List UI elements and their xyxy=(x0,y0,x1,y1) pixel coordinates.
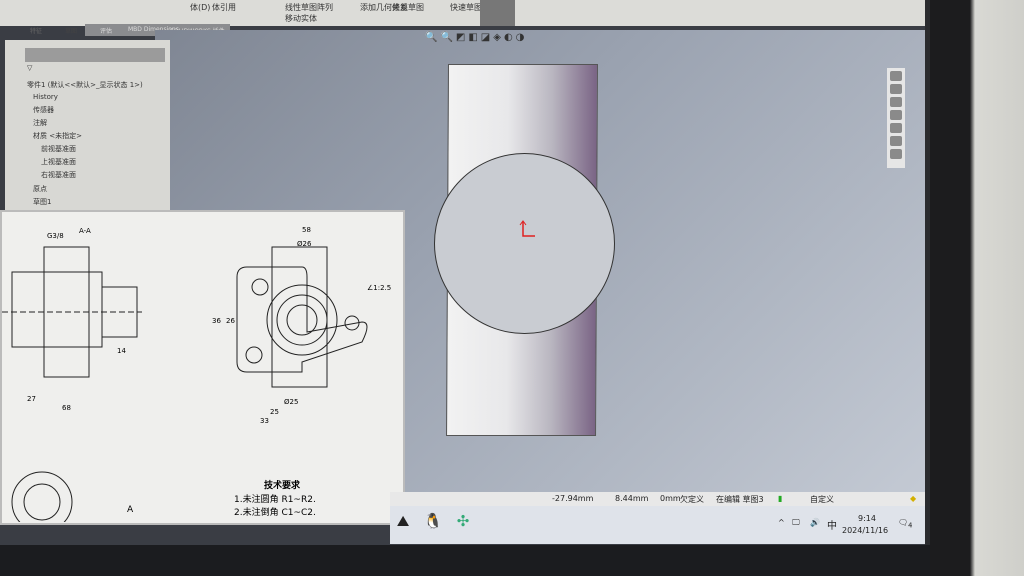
tag-icon[interactable]: ◆ xyxy=(910,494,916,503)
tray-chevron-icon[interactable]: ^ xyxy=(778,518,785,527)
dim-label: Ø25 xyxy=(284,398,299,406)
tree-item[interactable]: 材质 <未指定> xyxy=(33,131,82,141)
tab-features[interactable]: 特征 xyxy=(30,26,42,35)
qq-app-icon[interactable]: 🐧 xyxy=(420,508,446,534)
task-pane-tabs[interactable] xyxy=(887,68,905,168)
dim-label: ∠1:2.5 xyxy=(367,284,392,292)
tree-item[interactable]: 草图1 xyxy=(33,197,51,207)
tech-note: 2.未注倒角 C1~C2. xyxy=(234,508,316,518)
ribbon-item[interactable]: 体引用 xyxy=(212,2,236,13)
tree-item[interactable]: 注解 xyxy=(33,118,47,128)
status-bar: -27.94mm 8.44mm 0mm 欠定义 在编辑 草图3 ▮ 自定义 ◆ xyxy=(390,492,925,506)
ribbon-button[interactable] xyxy=(480,0,515,26)
dim-label: A xyxy=(127,505,134,515)
sketch-state: 欠定义 xyxy=(680,495,704,504)
dim-label: Ø26 xyxy=(297,240,312,248)
ribbon-item[interactable]: 体(D) xyxy=(190,2,210,13)
dim-label: G3/8 xyxy=(47,232,64,240)
ribbon-item[interactable]: 线性草图阵列 xyxy=(285,2,333,13)
ribbon-item[interactable]: 快速草图 xyxy=(450,2,482,13)
coord-z: 0mm xyxy=(660,494,681,503)
tab-sketch[interactable]: 草图 xyxy=(65,26,77,35)
tree-item[interactable]: 传感器 xyxy=(33,105,54,115)
volume-icon[interactable]: 🔊 xyxy=(810,518,820,527)
manager-tabs[interactable] xyxy=(25,48,165,62)
notification-icon[interactable]: 🗨4 xyxy=(898,518,912,530)
network-icon[interactable]: 🖵 xyxy=(792,518,800,528)
tech-requirements-title: 技术要求 xyxy=(264,481,301,491)
pinwheel-app-icon[interactable]: ✣ xyxy=(450,508,476,534)
tab-evaluate[interactable]: 评估 xyxy=(100,26,112,35)
rebuild-icon[interactable]: ▮ xyxy=(778,494,782,503)
dim-label: 25 xyxy=(270,408,279,416)
coord-y: 8.44mm xyxy=(615,494,649,503)
units-selector[interactable]: 自定义 xyxy=(810,494,834,505)
view-toolbar-icons[interactable]: 🔍🔍◩◧◪◈◐◑ xyxy=(425,32,527,43)
engineering-drawing xyxy=(2,246,368,522)
ribbon-toolbar: 体(D) 体引用 线性草图阵列 移动实体 添加几何关系 修复草图 快速草图 xyxy=(0,0,925,26)
tree-root[interactable]: 零件1 (默认<<默认>_显示状态 1>) xyxy=(27,80,143,90)
tree-item[interactable]: 右视基准面 xyxy=(41,170,76,180)
dim-label: 14 xyxy=(117,347,126,355)
reference-drawing-image: A-A G3/8 58 Ø26 Ø25 36 26 25 33 68 27 14… xyxy=(0,210,405,525)
coord-x: -27.94mm xyxy=(552,494,594,503)
tree-item[interactable]: 原点 xyxy=(33,184,47,194)
clock-date[interactable]: 2024/11/16 xyxy=(842,526,888,535)
tree-item[interactable]: 前视基准面 xyxy=(41,144,76,154)
dim-label: 36 xyxy=(212,317,221,325)
tree-item[interactable]: History xyxy=(33,93,58,101)
windows-taskbar: ⛰ 🐧 ✣ ^ 🖵 🔊 中 9:14 2024/11/16 🗨4 xyxy=(390,506,925,544)
origin-icon xyxy=(519,220,535,237)
filter-icon[interactable]: ▽ xyxy=(27,64,32,72)
dim-label: 68 xyxy=(62,404,71,412)
tech-note: 1.未注圆角 R1~R2. xyxy=(234,495,316,505)
monitor-screen: 体(D) 体引用 线性草图阵列 移动实体 添加几何关系 修复草图 快速草图 特征… xyxy=(0,0,925,545)
background-wall xyxy=(930,0,1024,576)
dim-label: 58 xyxy=(302,226,311,234)
monitor-bezel xyxy=(0,545,930,576)
notification-count: 4 xyxy=(908,521,913,530)
photos-app-icon[interactable]: ⛰ xyxy=(390,508,416,534)
dim-label: 27 xyxy=(27,395,36,403)
ribbon-item[interactable]: 修复草图 xyxy=(392,2,424,13)
sketch-circle[interactable] xyxy=(434,153,615,334)
dim-label: 26 xyxy=(226,317,235,325)
ime-indicator[interactable]: 中 xyxy=(827,517,837,532)
clock-time[interactable]: 9:14 xyxy=(858,514,876,523)
ribbon-item[interactable]: 移动实体 xyxy=(285,13,317,24)
dim-label: 33 xyxy=(260,417,269,425)
tree-item[interactable]: 上视基准面 xyxy=(41,157,76,167)
editing-status: 在编辑 草图3 xyxy=(716,495,764,504)
feature-manager-tree: ▽ 零件1 (默认<<默认>_显示状态 1>) History 传感器 注解 材… xyxy=(5,40,170,210)
